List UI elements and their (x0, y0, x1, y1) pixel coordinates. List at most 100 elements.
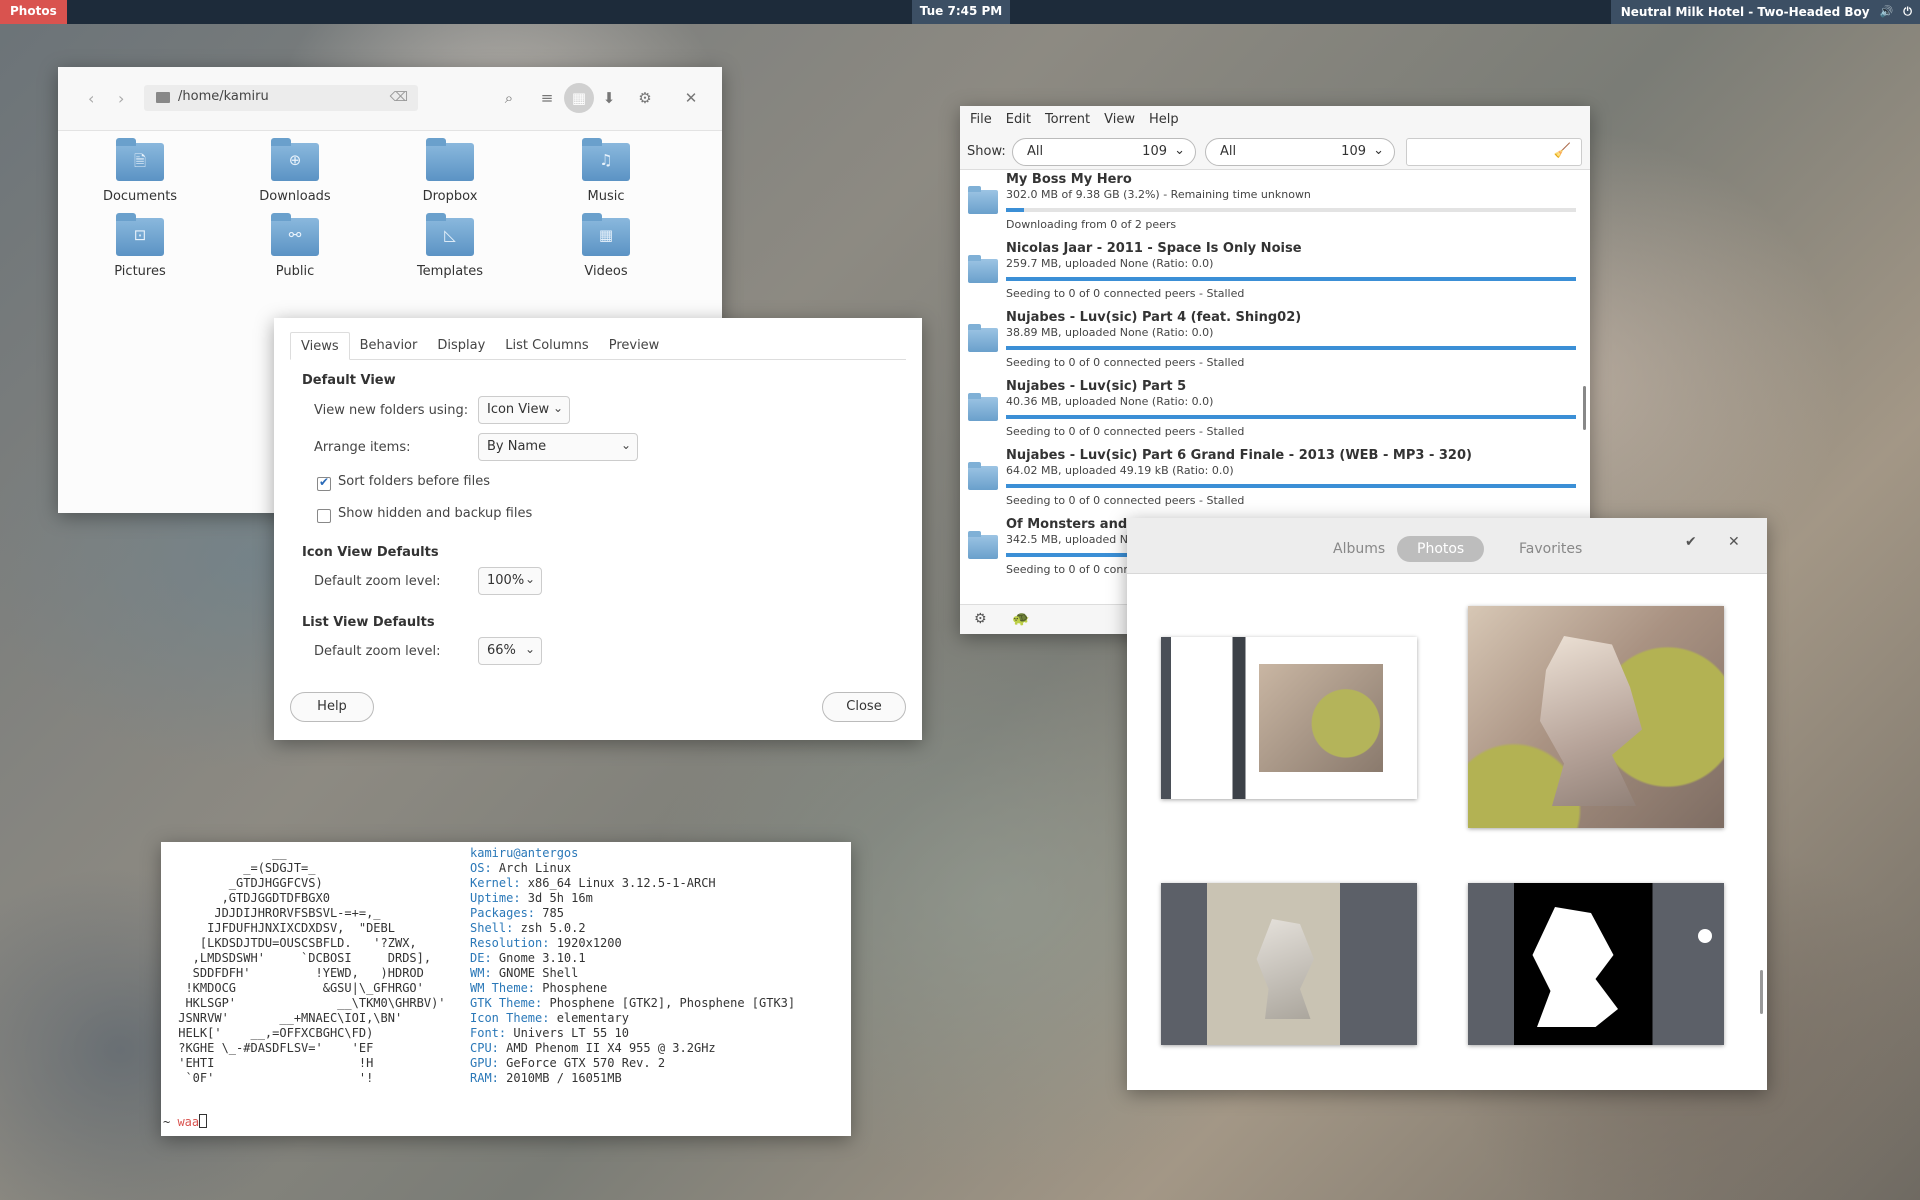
folder-videos[interactable]: ▦ Videos (546, 213, 666, 279)
tracker-filter-value: All (1220, 144, 1237, 159)
volume-icon[interactable]: 🔊 (1880, 1, 1894, 23)
sysinfo-value: elementary (556, 1011, 629, 1025)
sysinfo-line: Resolution: 1920x1200 (470, 936, 795, 951)
folder-pictures[interactable]: ⊡ Pictures (80, 213, 200, 279)
show-label: Show: (967, 144, 1006, 159)
folder-icon (968, 531, 998, 559)
torrent-size: 64.02 MB, uploaded 49.19 kB (Ratio: 0.0) (1006, 464, 1234, 477)
photo-thumbnail[interactable] (1468, 883, 1724, 1045)
close-button[interactable]: Close (822, 692, 906, 722)
menu-file[interactable]: File (970, 112, 992, 128)
torrent-search-input[interactable]: 🧹 (1406, 138, 1582, 166)
clear-icon[interactable]: ⌫ (390, 90, 408, 105)
folder-label: Videos (584, 264, 628, 279)
torrent-row[interactable]: Nujabes - Luv(sic) Part 6 Grand Finale -… (960, 446, 1590, 515)
close-icon[interactable]: ✕ (680, 87, 702, 109)
select-icon[interactable]: ✔ (1685, 534, 1697, 550)
power-icon[interactable]: ⏻ (1903, 1, 1912, 23)
clear-search-icon[interactable]: 🧹 (1554, 143, 1571, 159)
torrent-status: Seeding to 0 of 0 connected peers - Stal… (1006, 425, 1245, 438)
photo-thumbnail[interactable] (1161, 883, 1417, 1045)
ascii-line: HELK[' __,=OFFXCBGHC\FD) (171, 1026, 374, 1040)
sysinfo-key: GTK Theme: (470, 996, 550, 1010)
torrent-row[interactable]: Nujabes - Luv(sic) Part 4 (feat. Shing02… (960, 308, 1590, 377)
folder-label: Music (587, 189, 625, 204)
shell-prompt[interactable]: ~ waa (163, 1114, 208, 1130)
forward-icon[interactable]: › (118, 89, 124, 108)
turtle-icon[interactable]: 🐢 (1012, 611, 1029, 627)
photo-thumbnail[interactable] (1468, 606, 1724, 828)
menu-help[interactable]: Help (1149, 112, 1179, 128)
sysinfo-key: CPU: (470, 1041, 507, 1055)
search-icon[interactable]: ⌕ (498, 87, 520, 109)
show-hidden-checkbox[interactable] (317, 509, 331, 523)
arrange-items-label: Arrange items: (314, 440, 411, 455)
now-playing[interactable]: Neutral Milk Hotel - Two-Headed Boy 🔊 ⏻ (1610, 0, 1920, 24)
activity-filter-select[interactable]: All 109 ⌄ (1012, 138, 1196, 166)
icon-zoom-select[interactable]: 100% ⌄ (478, 567, 542, 595)
terminal-window[interactable]: __ _=(SDGJT=_ _GTDJHGGFCVS) ,GTDJGGDTDFB… (161, 842, 851, 1136)
view-mode-select[interactable]: Icon View ⌄ (478, 396, 570, 424)
ascii-line: _=(SDGJT=_ (171, 861, 316, 875)
tab-preview[interactable]: Preview (599, 332, 670, 359)
ascii-line: __ (171, 846, 287, 860)
scrollbar[interactable] (1583, 386, 1586, 430)
tab-albums[interactable]: Albums (1313, 536, 1405, 562)
clock[interactable]: Tue 7:45 PM (912, 0, 1010, 24)
arrange-select[interactable]: By Name ⌄ (478, 433, 638, 461)
list-zoom-select[interactable]: 66% ⌄ (478, 637, 542, 665)
tab-favorites[interactable]: Favorites (1499, 536, 1602, 562)
tab-behavior[interactable]: Behavior (350, 332, 428, 359)
menu-torrent[interactable]: Torrent (1045, 112, 1090, 128)
torrent-name: Nicolas Jaar - 2011 - Space Is Only Nois… (1006, 241, 1302, 256)
folder-dropbox[interactable]: Dropbox (390, 138, 510, 204)
ascii-line: JSNRVW' __+MNAEC\IOI,\BN' (171, 1011, 403, 1025)
grid-view-icon[interactable]: ▦ (564, 83, 594, 113)
activities-app-button[interactable]: Photos (0, 0, 67, 24)
gear-icon[interactable]: ⚙ (634, 87, 656, 109)
location-path: /home/kamiru (178, 89, 269, 104)
tab-views[interactable]: Views (290, 332, 350, 360)
tracker-filter-select[interactable]: All 109 ⌄ (1205, 138, 1395, 166)
back-icon[interactable]: ‹ (88, 89, 94, 108)
sysinfo-value: Gnome 3.10.1 (498, 951, 586, 965)
folder-downloads[interactable]: ⊕ Downloads (235, 138, 355, 204)
help-button[interactable]: Help (290, 692, 374, 722)
tab-list-columns[interactable]: List Columns (495, 332, 598, 359)
list-view-defaults-heading: List View Defaults (302, 615, 435, 630)
icon-view-defaults-heading: Icon View Defaults (302, 545, 439, 560)
scrollbar[interactable] (1760, 970, 1763, 1014)
folder-music[interactable]: ♫ Music (546, 138, 666, 204)
top-panel: Photos Tue 7:45 PM Neutral Milk Hotel - … (0, 0, 1920, 24)
folder-glyph: ⊡ (133, 226, 147, 244)
sysinfo-line: Packages: 785 (470, 906, 795, 921)
arrange-value: By Name (487, 439, 547, 454)
torrent-row[interactable]: Nujabes - Luv(sic) Part 5 40.36 MB, uploa… (960, 377, 1590, 446)
list-view-icon[interactable]: ≡ (536, 87, 558, 109)
folder-documents[interactable]: 🗎 Documents (80, 138, 200, 204)
sysinfo-key: WM: (470, 966, 499, 980)
location-bar[interactable]: /home/kamiru ⌫ (144, 85, 418, 111)
folder-public[interactable]: ⚯ Public (235, 213, 355, 279)
torrent-status: Seeding to 0 of 0 connected peers - Stal… (1006, 494, 1245, 507)
tab-photos[interactable]: Photos (1397, 536, 1485, 562)
templates-icon: ◺ (426, 213, 474, 256)
torrent-row[interactable]: Nicolas Jaar - 2011 - Space Is Only Nois… (960, 239, 1590, 308)
download-icon[interactable]: ⬇ (598, 87, 620, 109)
sysinfo-key: RAM: (470, 1071, 507, 1085)
now-playing-label: Neutral Milk Hotel - Two-Headed Boy (1620, 5, 1870, 19)
tab-display[interactable]: Display (427, 332, 495, 359)
progress-fill (1006, 208, 1025, 212)
close-icon[interactable]: ✕ (1728, 534, 1740, 550)
ascii-logo: __ _=(SDGJT=_ _GTDJHGGFCVS) ,GTDJGGDTDFB… (171, 846, 445, 1086)
folder-label: Documents (102, 189, 178, 204)
torrent-row[interactable]: My Boss My Hero 302.0 MB of 9.38 GB (3.2%… (960, 170, 1590, 239)
gear-icon[interactable]: ⚙ (974, 611, 987, 627)
menu-view[interactable]: View (1104, 112, 1135, 128)
photo-thumbnail[interactable] (1161, 637, 1417, 799)
folder-templates[interactable]: ◺ Templates (390, 213, 510, 279)
sort-folders-checkbox[interactable] (317, 475, 331, 491)
ascii-line: IJFDUFHJNXIXCDXDSV, "DEBL (171, 921, 395, 935)
menu-edit[interactable]: Edit (1006, 112, 1031, 128)
sysinfo-value: Univers LT 55 10 (513, 1026, 629, 1040)
